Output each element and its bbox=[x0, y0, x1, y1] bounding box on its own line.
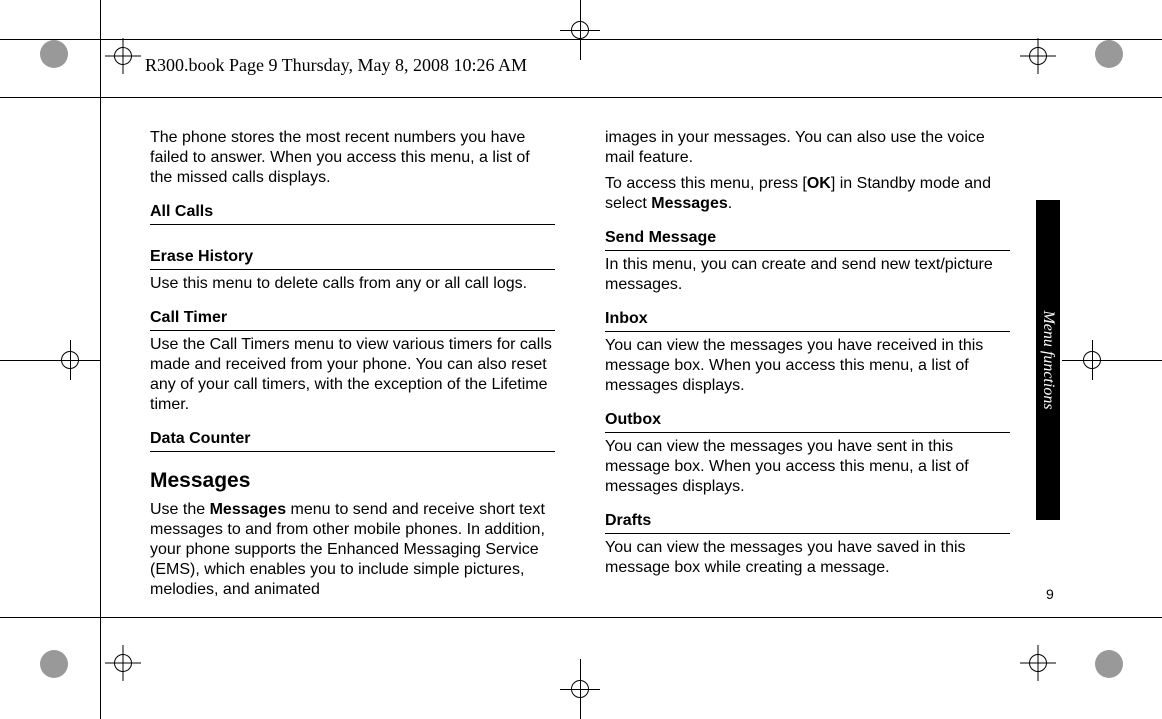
registration-side-right-icon bbox=[1062, 330, 1162, 390]
drafts-text: You can view the messages you have saved… bbox=[605, 538, 1010, 578]
access-messages: Messages bbox=[651, 195, 728, 212]
messages-paragraph-1: Use the Messages menu to send and receiv… bbox=[150, 500, 555, 600]
heading-erase-history: Erase History bbox=[150, 247, 555, 270]
page-number: 9 bbox=[1046, 586, 1054, 602]
registration-dot-icon bbox=[40, 40, 68, 68]
heading-data-counter: Data Counter bbox=[150, 429, 555, 452]
heading-send-message: Send Message bbox=[605, 228, 1010, 251]
access-a: To access this menu, press [ bbox=[605, 175, 807, 192]
call-timer-text: Use the Call Timers menu to view various… bbox=[150, 335, 555, 415]
access-e: . bbox=[728, 195, 732, 212]
access-ok: OK bbox=[807, 175, 831, 192]
registration-top-center-icon bbox=[550, 0, 610, 60]
heading-call-timer: Call Timer bbox=[150, 308, 555, 331]
content-area: The phone stores the most recent numbers… bbox=[150, 128, 1030, 606]
crop-line-bottom bbox=[0, 617, 1162, 618]
registration-cross-icon bbox=[105, 38, 141, 74]
messages-p1b-bold: Messages bbox=[210, 501, 287, 518]
inbox-text: You can view the messages you have recei… bbox=[605, 336, 1010, 396]
missed-calls-intro: The phone stores the most recent numbers… bbox=[150, 128, 555, 188]
column-right: images in your messages. You can also us… bbox=[605, 128, 1010, 606]
header-underline bbox=[0, 97, 1162, 98]
messages-access: To access this menu, press [OK] in Stand… bbox=[605, 174, 1010, 214]
heading-outbox: Outbox bbox=[605, 410, 1010, 433]
messages-p1a: Use the bbox=[150, 501, 210, 518]
heading-inbox: Inbox bbox=[605, 309, 1010, 332]
registration-cross-icon bbox=[1020, 645, 1056, 681]
send-message-text: In this menu, you can create and send ne… bbox=[605, 255, 1010, 295]
registration-cross-icon bbox=[105, 645, 141, 681]
registration-dot-icon bbox=[40, 650, 68, 678]
registration-bottom-center-icon bbox=[550, 659, 610, 719]
erase-history-text: Use this menu to delete calls from any o… bbox=[150, 274, 555, 294]
outbox-text: You can view the messages you have sent … bbox=[605, 437, 1010, 497]
registration-dot-icon bbox=[1095, 40, 1123, 68]
registration-dot-icon bbox=[1095, 650, 1123, 678]
registration-cross-icon bbox=[1020, 38, 1056, 74]
column-left: The phone stores the most recent numbers… bbox=[150, 128, 555, 606]
side-tab-label: Menu functions bbox=[1039, 310, 1057, 409]
heading-all-calls: All Calls bbox=[150, 202, 555, 225]
header-filename: R300.book Page 9 Thursday, May 8, 2008 1… bbox=[145, 55, 527, 76]
side-tab: Menu functions bbox=[1036, 200, 1060, 520]
registration-side-left-icon bbox=[0, 330, 100, 390]
heading-drafts: Drafts bbox=[605, 511, 1010, 534]
messages-paragraph-2: images in your messages. You can also us… bbox=[605, 128, 1010, 168]
heading-messages: Messages bbox=[150, 468, 555, 494]
